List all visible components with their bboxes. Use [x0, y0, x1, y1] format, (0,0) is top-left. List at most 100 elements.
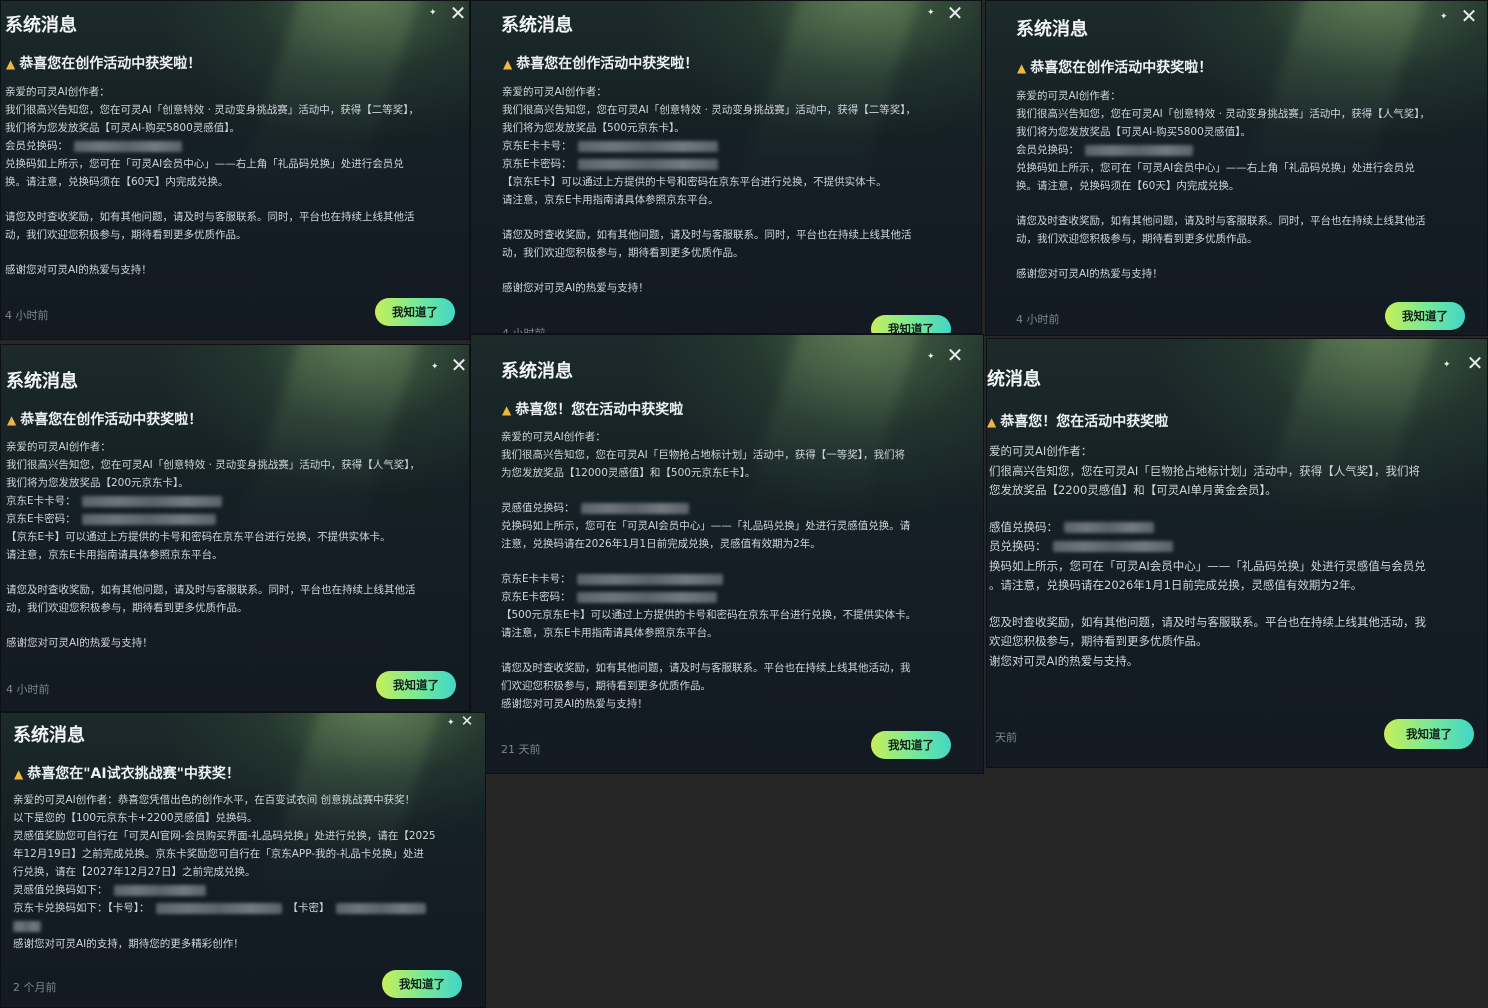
card-number-label: 京东E卡卡号： — [501, 573, 571, 585]
body-line: 我们将为您发放奖品【可灵AI-购买5800灵感值】。 — [1016, 126, 1252, 138]
body-line: 感谢您对可灵AI的热爱与支持！ — [6, 637, 153, 649]
body-line: 动，我们欢迎您积极参与，期待看到更多优质作品。 — [1016, 233, 1258, 245]
card-title: 系统消息 — [1016, 19, 1088, 40]
body-line: 我们很高兴告知您，您在可灵AI「创意特效 · 灵动变身挑战赛」活动中，获得【人气… — [1016, 108, 1431, 120]
acknowledge-button[interactable]: 我知道了 — [1384, 719, 1474, 749]
redacted-card-number — [81, 495, 222, 507]
acknowledge-button[interactable]: 我知道了 — [871, 315, 951, 333]
card-title: 系统消息 — [501, 361, 573, 382]
card-headline: ▲ 恭喜您在"AI试衣挑战赛"中获奖！ — [14, 763, 240, 783]
redacted-code — [113, 884, 206, 896]
body-line: 以下是您的【100元京东卡+2200灵感值】兑换码。 — [13, 812, 258, 824]
close-icon[interactable]: ✕ — [945, 3, 965, 23]
headline-text: 恭喜您在"AI试衣挑战赛"中获奖！ — [27, 766, 240, 782]
body-line: 感谢您对可灵AI的热爱与支持！ — [501, 698, 648, 710]
card-headline: ▲ 恭喜您在创作活动中获奖啦！ — [7, 409, 202, 429]
notification-card: ✦ ✕ 系统消息 ▲ 恭喜您在创作活动中获奖啦！ 亲爱的可灵AI创作者： 我们很高… — [0, 344, 470, 712]
body-line: 【京东E卡】可以通过上方提供的卡号和密码在京东平台进行兑换，不提供实体卡。 — [502, 176, 887, 188]
redacted-card-secret-tail — [13, 920, 41, 932]
sparkle-icon: ✦ — [447, 718, 455, 728]
body-line: 爱的可灵AI创作者： — [989, 444, 1093, 458]
redacted-card-password — [81, 513, 216, 525]
body-line: 感谢您对可灵AI的热爱与支持！ — [1016, 268, 1163, 280]
body-line: 感谢您对可灵AI的支持，期待您的更多精彩创作！ — [13, 938, 244, 950]
close-icon[interactable]: ✕ — [1459, 6, 1479, 26]
close-icon[interactable]: ✕ — [448, 3, 468, 23]
acknowledge-button[interactable]: 我知道了 — [375, 298, 455, 326]
body-line: 兑换码如上所示，您可在「可灵AI会员中心」——右上角「礼品码兑换」处进行会员兑 — [1016, 162, 1415, 174]
sparkle-icon: ✦ — [1440, 12, 1448, 22]
body-line: 我们很高兴告知您，您在可灵AI「巨物抢占地标计划」活动中，获得【一等奖】，我们将 — [501, 449, 906, 461]
inspiration-code-label: 灵感值兑换码如下： — [13, 884, 108, 896]
headline-text: 恭喜您！您在活动中获奖啦 — [515, 402, 684, 418]
jd-code-label: 京东卡兑换码如下：【卡号】： — [13, 902, 150, 914]
body-line: 亲爱的可灵AI创作者： — [501, 431, 606, 443]
card-body: 亲爱的可灵AI创作者： 我们很高兴告知您，您在可灵AI「巨物抢占地标计划」活动中… — [501, 428, 916, 713]
redeem-code-label: 会员兑换码： — [5, 140, 68, 152]
body-line: 亲爱的可灵AI创作者：恭喜您凭借出色的创作水平，在百变试衣间 创意挑战赛中获奖！ — [13, 794, 416, 806]
body-line: 我们将为您发放奖品【200元京东卡】。 — [6, 477, 189, 489]
redacted-card-number — [155, 902, 282, 914]
body-line: 换。请注意，兑换码须在【60天】内完成兑换。 — [5, 176, 229, 188]
card-title: 系统消息 — [501, 15, 573, 36]
body-line: 们欢迎您积极参与，期待看到更多优质作品。 — [501, 680, 711, 692]
redacted-code — [580, 502, 689, 514]
body-line: 动，我们欢迎您积极参与，期待看到更多优质作品。 — [502, 247, 744, 259]
card-title: 统消息 — [987, 369, 1041, 390]
body-line: 【京东E卡】可以通过上方提供的卡号和密码在京东平台进行兑换，不提供实体卡。 — [6, 531, 391, 543]
redacted-code — [74, 140, 182, 152]
acknowledge-button[interactable]: 我知道了 — [871, 731, 951, 759]
body-line: 兑换码如上所示，您可在「可灵AI会员中心」——右上角「礼品码兑换」处进行会员兑 — [5, 158, 404, 170]
card-headline: ▲ 恭喜您在创作活动中获奖啦！ — [503, 53, 698, 73]
body-line: 兑换码如上所示，您可在「可灵AI会员中心」——「礼品码兑换」处进行灵感值兑换。请 — [501, 520, 911, 532]
body-line: 换。请注意，兑换码须在【60天】内完成兑换。 — [1016, 180, 1240, 192]
body-line: 动，我们欢迎您积极参与，期待看到更多优质作品。 — [6, 602, 248, 614]
timestamp: 21 天前 — [501, 743, 541, 756]
card-title: 系统消息 — [13, 725, 85, 746]
party-popper-icon: ▲ — [502, 403, 512, 417]
body-line: 您发放奖品【2200灵感值】和【可灵AI单月黄金会员】。 — [989, 483, 1277, 497]
redacted-card-password — [576, 591, 717, 603]
card-secret-label: 【卡密】 — [287, 902, 330, 914]
sparkle-icon: ✦ — [1443, 360, 1451, 370]
card-password-label: 京东E卡密码： — [502, 158, 572, 170]
body-line: 注意，兑换码请在2026年1月1日前完成兑换，灵感值有效期为2年。 — [501, 538, 821, 550]
headline-text: 恭喜您在创作活动中获奖啦！ — [20, 412, 203, 428]
notification-card: ✦ ✕ 系统消息 ▲ 恭喜您在"AI试衣挑战赛"中获奖！ 亲爱的可灵AI创作者：恭… — [0, 712, 486, 1008]
close-icon[interactable]: ✕ — [449, 355, 469, 375]
acknowledge-button[interactable]: 我知道了 — [1385, 302, 1465, 330]
body-line: 灵感值奖励您可自行在「可灵AI官网-会员购买界面-礼品码兑换」处进行兑换，请在【… — [13, 830, 436, 842]
timestamp: 2 个月前 — [13, 981, 57, 994]
timestamp: 4 小时前 — [6, 683, 50, 696]
sparkle-icon: ✦ — [429, 8, 437, 18]
close-icon[interactable]: ✕ — [1465, 353, 1485, 373]
acknowledge-button[interactable]: 我知道了 — [376, 671, 456, 699]
body-line: 请您及时查收奖励，如有其他问题，请及时与客服联系。同时，平台也在持续上线其他活 — [502, 229, 912, 241]
headline-text: 恭喜您在创作活动中获奖啦！ — [1030, 60, 1213, 76]
notification-card: ✦ ✕ 系统消息 ▲ 恭喜您在创作活动中获奖啦！ 亲爱的可灵AI创作者： 我们很高… — [470, 0, 982, 334]
body-line: 我们很高兴告知您，您在可灵AI「创意特效 · 灵动变身挑战赛」活动中，获得【二等… — [5, 104, 420, 116]
card-number-label: 京东E卡卡号： — [6, 495, 76, 507]
card-headline: ▲ 恭喜您在创作活动中获奖啦！ — [6, 53, 201, 73]
card-body: 亲爱的可灵AI创作者： 我们很高兴告知您，您在可灵AI「创意特效 · 灵动变身挑… — [502, 83, 916, 297]
card-title: 系统消息 — [6, 371, 78, 392]
card-number-label: 京东E卡卡号： — [502, 140, 572, 152]
body-line: 换码如上所示，您可在「可灵AI会员中心」——「礼品码兑换」处进行灵感值与会员兑 — [989, 558, 1426, 573]
card-password-label: 京东E卡密码： — [6, 513, 76, 525]
acknowledge-button[interactable]: 我知道了 — [382, 970, 462, 998]
body-line: 请注意，京东E卡用指南请具体参照京东平台。 — [502, 194, 719, 206]
card-body: 亲爱的可灵AI创作者： 我们很高兴告知您，您在可灵AI「创意特效 · 灵动变身挑… — [6, 438, 420, 652]
card-title: 系统消息 — [5, 15, 77, 36]
party-popper-icon: ▲ — [503, 57, 513, 71]
body-line: 行兑换，请在【2027年12月27日】之前完成兑换。 — [13, 866, 256, 878]
body-line: 亲爱的可灵AI创作者： — [5, 86, 110, 98]
headline-text: 恭喜您在创作活动中获奖啦！ — [19, 56, 202, 72]
body-line: 动，我们欢迎您积极参与，期待看到更多优质作品。 — [5, 229, 247, 241]
close-icon[interactable]: ✕ — [457, 713, 477, 731]
body-line: 我们很高兴告知您，您在可灵AI「创意特效 · 灵动变身挑战赛」活动中，获得【人气… — [6, 459, 421, 471]
notification-card: ✦ ✕ 系统消息 ▲ 恭喜您！您在活动中获奖啦 亲爱的可灵AI创作者： 我们很高兴… — [470, 334, 984, 774]
body-line: 欢迎您积极参与，期待看到更多优质作品。 — [989, 634, 1208, 648]
close-icon[interactable]: ✕ — [945, 345, 965, 365]
redacted-code — [1085, 144, 1193, 156]
party-popper-icon: ▲ — [6, 57, 16, 71]
